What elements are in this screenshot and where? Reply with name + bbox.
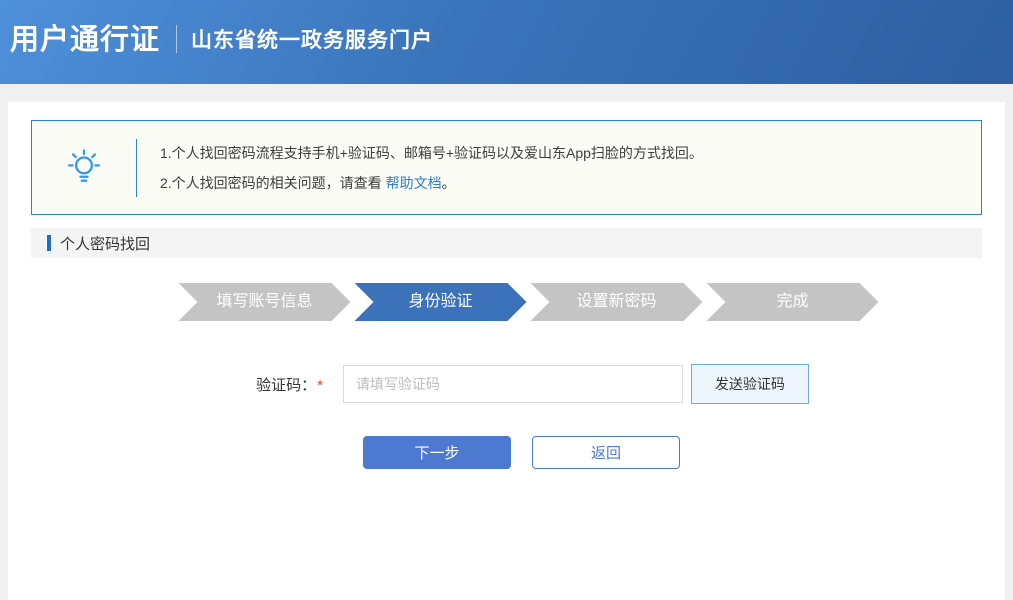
header: 用户通行证 山东省统一政务服务门户 — [0, 0, 1013, 84]
lightbulb-icon — [32, 147, 136, 189]
verification-code-label-text: 验证码： — [256, 377, 316, 394]
progress-steps: 填写账号信息 身份验证 设置新密码 完成 — [8, 283, 1005, 321]
notice-text: 1.个人找回密码流程支持手机+验证码、邮箱号+验证码以及爱山东App扫脸的方式找… — [137, 143, 703, 193]
required-asterisk: * — [317, 377, 323, 394]
notice-line-2: 2.个人找回密码的相关问题，请查看 帮助文档。 — [160, 173, 703, 193]
section-title-bar: 个人密码找回 — [31, 228, 982, 258]
site-title: 用户通行证 — [10, 16, 160, 58]
step-fill-account-info: 填写账号信息 — [179, 283, 351, 321]
action-buttons: 下一步 返回 — [8, 436, 1005, 469]
verification-code-input[interactable] — [343, 365, 683, 403]
main-card: 1.个人找回密码流程支持手机+验证码、邮箱号+验证码以及爱山东App扫脸的方式找… — [8, 102, 1005, 600]
step-set-new-password: 设置新密码 — [531, 283, 703, 321]
send-code-button[interactable]: 发送验证码 — [691, 364, 809, 404]
help-doc-link[interactable]: 帮助文档 — [386, 175, 442, 191]
verification-form-row: 验证码：* 发送验证码 — [8, 364, 1005, 404]
section-title: 个人密码找回 — [60, 233, 150, 254]
section-accent-bar — [47, 235, 51, 251]
step-identity-verification: 身份验证 — [355, 283, 527, 321]
notice-line-2-suffix: 。 — [442, 175, 456, 191]
verification-code-label: 验证码：* — [256, 374, 323, 395]
step-complete: 完成 — [707, 283, 879, 321]
notice-line-1: 1.个人找回密码流程支持手机+验证码、邮箱号+验证码以及爱山东App扫脸的方式找… — [160, 143, 703, 163]
notice-line-2-prefix: 2.个人找回密码的相关问题，请查看 — [160, 175, 386, 191]
next-step-button[interactable]: 下一步 — [363, 436, 511, 469]
site-subtitle: 山东省统一政务服务门户 — [191, 24, 433, 54]
notice-box: 1.个人找回密码流程支持手机+验证码、邮箱号+验证码以及爱山东App扫脸的方式找… — [31, 120, 982, 215]
header-title-divider — [176, 25, 177, 53]
back-button[interactable]: 返回 — [532, 436, 680, 469]
